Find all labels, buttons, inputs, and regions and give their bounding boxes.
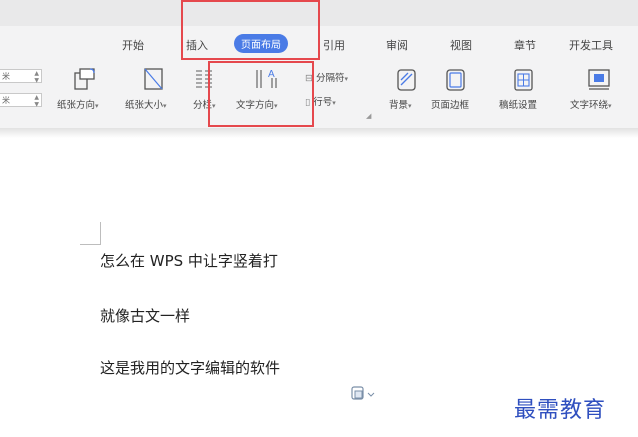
manuscript-button[interactable]: 稿纸设置	[499, 97, 537, 111]
tab-developer[interactable]: 开发工具	[569, 37, 613, 53]
margin-top-field[interactable]: 米 ▲ ▼	[0, 69, 42, 84]
page-border-icon[interactable]	[444, 67, 468, 93]
text-wrap-button[interactable]: 文字环绕▾	[570, 97, 612, 111]
tab-references[interactable]: 引用	[323, 37, 345, 53]
page-corner-marker	[80, 222, 101, 245]
document-line-1[interactable]: 怎么在 WPS 中让字竖着打	[100, 250, 278, 271]
paper-size-icon[interactable]	[142, 66, 166, 92]
spinner-icon[interactable]: ▲ ▼	[34, 94, 39, 108]
orientation-button[interactable]: 纸张方向▾	[57, 97, 99, 111]
watermark-logo: 最需教育	[514, 398, 607, 423]
group-launcher-icon[interactable]: ◢	[366, 112, 371, 120]
page-border-button[interactable]: 页面边框	[431, 97, 469, 111]
orientation-icon[interactable]	[71, 66, 97, 92]
document-line-3[interactable]: 这是我用的文字编辑的软件	[100, 357, 280, 378]
spinner-icon[interactable]: ▲ ▼	[34, 70, 39, 84]
margin-bottom-field[interactable]: 米 ▲ ▼	[0, 93, 42, 108]
background-button[interactable]: 背景▾	[389, 97, 412, 111]
tab-home[interactable]: 开始	[122, 37, 144, 53]
text-wrap-icon[interactable]	[586, 67, 612, 91]
document-line-2[interactable]: 就像古文一样	[100, 305, 190, 326]
background-icon[interactable]	[395, 67, 419, 93]
tab-view[interactable]: 视图	[450, 37, 472, 53]
ribbon-shadow	[0, 128, 638, 138]
highlight-box-text-direction	[208, 61, 314, 127]
tab-chapter[interactable]: 章节	[514, 37, 536, 53]
manuscript-icon[interactable]	[512, 67, 536, 93]
paper-size-button[interactable]: 纸张大小▾	[125, 97, 167, 111]
highlight-box-tab	[181, 0, 320, 60]
paste-options-icon[interactable]	[350, 385, 378, 401]
tab-review[interactable]: 审阅	[386, 37, 408, 53]
